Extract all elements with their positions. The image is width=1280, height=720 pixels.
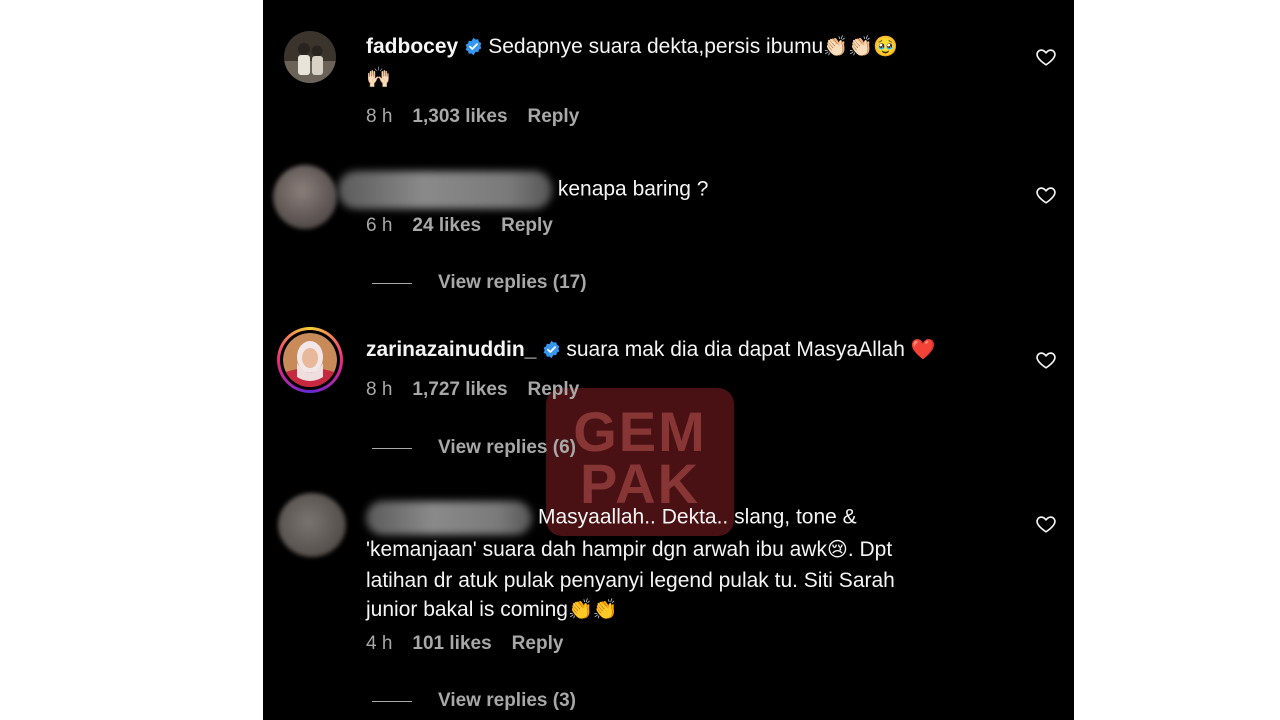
comment-meta: 8 h 1,727 likes Reply [366, 379, 579, 401]
reply-button[interactable]: Reply [501, 215, 553, 237]
comment-meta: 6 h 24 likes Reply [366, 215, 553, 237]
comment-emoji: 👏🏻👏🏻🥹 [823, 36, 898, 58]
comment-likes[interactable]: 24 likes [412, 215, 481, 237]
comment-text-line: latihan dr atuk pulak penyanyi legend pu… [366, 568, 895, 592]
comment-time[interactable]: 6 h [366, 215, 392, 237]
comment-meta: 4 h 101 likes Reply [366, 633, 563, 655]
comment-meta: 8 h 1,303 likes Reply [366, 106, 579, 128]
view-replies-button[interactable]: View replies (6) [372, 437, 576, 459]
clapping-emoji: 👏👏 [567, 599, 618, 621]
reply-button[interactable]: Reply [528, 379, 580, 401]
comment-likes[interactable]: 1,303 likes [412, 106, 507, 128]
comment-text-line: 'kemanjaan' suara dah hampir dgn arwah i… [366, 538, 827, 561]
comment-body: fadbocey Sedapnye suara dekta,persis ibum… [366, 32, 986, 93]
heart-emoji: ❤️ [910, 339, 936, 361]
avatar-story-ring[interactable] [277, 327, 343, 393]
comment-likes[interactable]: 1,727 likes [412, 379, 507, 401]
crying-emoji: 😢 [826, 539, 848, 561]
view-replies-label: View replies (17) [438, 272, 587, 293]
avatar[interactable] [273, 165, 337, 229]
heart-outline-icon[interactable] [1035, 46, 1057, 68]
view-replies-button[interactable]: View replies (17) [372, 272, 587, 294]
divider-line [372, 447, 412, 449]
comment-body: zarinazainuddin_ suara mak dia dia dapat … [366, 335, 986, 366]
heart-outline-icon[interactable] [1035, 184, 1057, 206]
comment-body: Masyaallah.. Dekta.. slang, tone & 'kema… [366, 501, 986, 626]
comment-text-line: Masyaallah.. Dekta.. slang, tone & [538, 505, 857, 529]
verified-badge-icon [544, 340, 560, 359]
comments-panel: GEM PAK fadbocey Sedapnye suara dekta,per… [263, 0, 1074, 720]
comment-text: kenapa baring ? [557, 177, 709, 201]
avatar [280, 330, 340, 390]
blurred-username[interactable] [366, 501, 532, 535]
view-replies-label: View replies (3) [438, 690, 576, 711]
comment-emoji: 🙌🏻 [366, 66, 391, 89]
comment-time[interactable]: 8 h [366, 379, 392, 401]
comment-text-line: junior bakal is coming [366, 598, 568, 621]
comment-text-line: . Dpt [847, 538, 893, 561]
divider-line [372, 700, 412, 702]
comment-text: Sedapnye suara dekta,persis ibumu [488, 35, 824, 58]
blurred-username[interactable] [338, 171, 552, 209]
comment-time[interactable]: 4 h [366, 633, 392, 655]
comment-username[interactable]: zarinazainuddin_ [366, 338, 536, 361]
comment-time[interactable]: 8 h [366, 106, 392, 128]
heart-outline-icon[interactable] [1035, 349, 1057, 371]
comment-likes[interactable]: 101 likes [412, 633, 491, 655]
reply-button[interactable]: Reply [512, 633, 564, 655]
reply-button[interactable]: Reply [528, 106, 580, 128]
comment-username[interactable]: fadbocey [366, 35, 458, 58]
view-replies-label: View replies (6) [438, 437, 576, 458]
heart-outline-icon[interactable] [1035, 513, 1057, 535]
avatar[interactable] [284, 31, 336, 83]
avatar[interactable] [278, 493, 346, 557]
comment-text: suara mak dia dia dapat MasyaAllah [566, 338, 905, 361]
verified-badge-icon [465, 37, 482, 56]
comment-body: kenapa baring ? [338, 171, 958, 209]
divider-line [372, 282, 412, 284]
view-replies-button[interactable]: View replies (3) [372, 690, 576, 712]
